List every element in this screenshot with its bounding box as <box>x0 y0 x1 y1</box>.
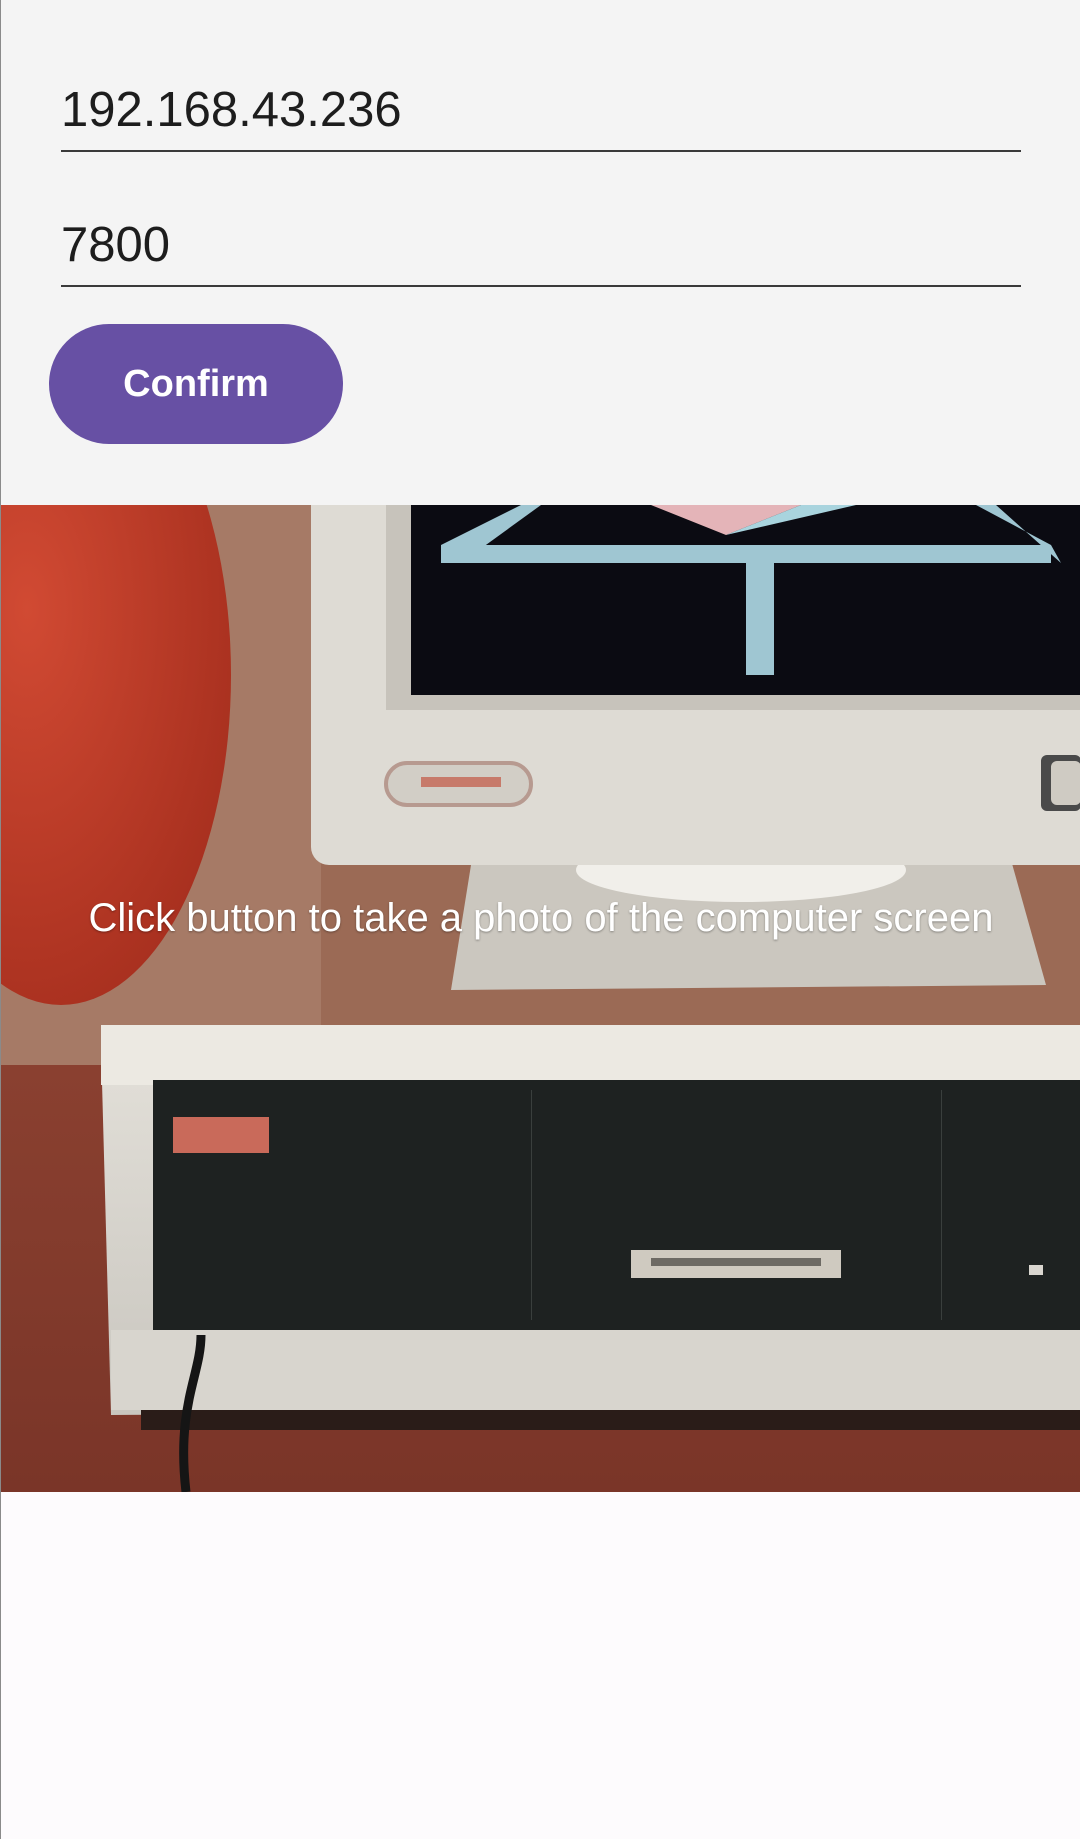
app-screen: Confirm <box>0 0 1080 1839</box>
empty-content-area <box>1 1492 1080 1839</box>
camera-preview-image[interactable] <box>1 505 1080 1492</box>
connection-form: Confirm <box>1 0 1080 505</box>
port-input[interactable] <box>61 210 1021 280</box>
confirm-button[interactable]: Confirm <box>49 324 343 444</box>
computer-photo-illustration <box>1 505 1080 1492</box>
ip-address-field-container <box>61 75 1021 152</box>
ip-address-input[interactable] <box>61 75 1021 145</box>
photo-instruction-text: Click button to take a photo of the comp… <box>88 896 994 940</box>
port-field-container <box>61 210 1021 287</box>
